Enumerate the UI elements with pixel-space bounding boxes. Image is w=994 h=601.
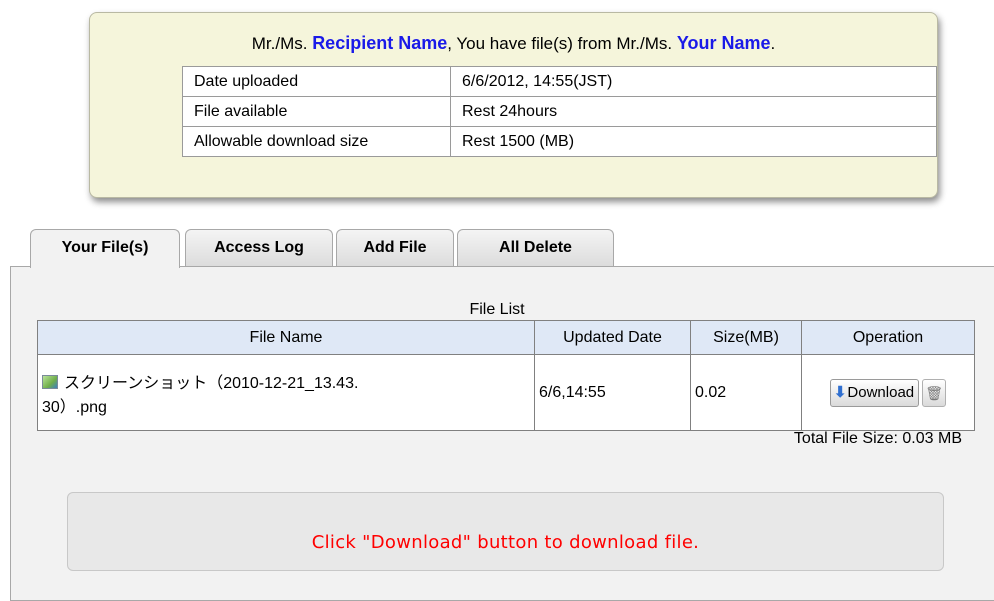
column-header-size: Size(MB) (690, 320, 802, 355)
info-row-date: Date uploaded 6/6/2012, 14:55(JST) (182, 66, 937, 97)
down-arrow-icon: ⬇ (833, 383, 847, 401)
file-operations: ⬇Download 🗑 (801, 354, 975, 431)
greeting-prefix: Mr./Ms. (251, 34, 313, 53)
info-label: Date uploaded (182, 66, 451, 97)
info-value: Rest 24hours (450, 96, 937, 127)
file-list-title: File List (469, 301, 525, 318)
trash-icon[interactable]: 🗑 (922, 378, 947, 407)
tab-add-file[interactable]: Add File (336, 229, 454, 266)
file-name-cell: スクリーンショット（2010-12-21_13.43. 30）.png (37, 354, 535, 431)
info-row-download-size: Allowable download size Rest 1500 (MB) (182, 126, 937, 157)
sender-name: Your Name (676, 33, 771, 53)
file-table: File Name Updated Date Size(MB) Operatio… (37, 320, 975, 431)
download-button[interactable]: ⬇Download (829, 378, 920, 407)
upload-info-table: Date uploaded 6/6/2012, 14:55(JST) File … (182, 66, 937, 157)
file-info-box: Mr./Ms. Recipient Name, You have file(s)… (89, 12, 938, 198)
file-updated-date: 6/6,14:55 (534, 354, 691, 431)
file-name-line2: 30）.png (42, 398, 107, 416)
column-header-file-name: File Name (37, 320, 535, 355)
file-size: 0.02 (690, 354, 802, 431)
tab-all-delete[interactable]: All Delete (457, 229, 614, 266)
greeting-line: Mr./Ms. Recipient Name, You have file(s)… (90, 32, 937, 55)
recipient-name: Recipient Name (312, 33, 448, 53)
file-table-header: File Name Updated Date Size(MB) Operatio… (37, 320, 975, 355)
info-value: 6/6/2012, 14:55(JST) (450, 66, 937, 97)
tab-your-files[interactable]: Your File(s) (30, 229, 180, 268)
info-value: Rest 1500 (MB) (450, 126, 937, 157)
info-label: Allowable download size (182, 126, 451, 157)
column-header-updated-date: Updated Date (534, 320, 691, 355)
download-notice: Click "Download" button to download file… (67, 492, 944, 571)
download-button-label: Download (847, 383, 915, 401)
greeting-suffix: . (770, 34, 776, 53)
total-file-size: Total File Size: 0.03 MB (793, 430, 962, 447)
table-row: スクリーンショット（2010-12-21_13.43. 30）.png 6/6,… (37, 354, 975, 431)
column-header-operation: Operation (801, 320, 975, 355)
tab-access-log[interactable]: Access Log (185, 229, 333, 266)
info-row-available: File available Rest 24hours (182, 96, 937, 127)
greeting-middle: , You have file(s) from Mr./Ms. (447, 34, 677, 53)
file-name-line1: スクリーンショット（2010-12-21_13.43. (64, 374, 359, 392)
info-label: File available (182, 96, 451, 127)
image-file-icon (42, 374, 58, 389)
